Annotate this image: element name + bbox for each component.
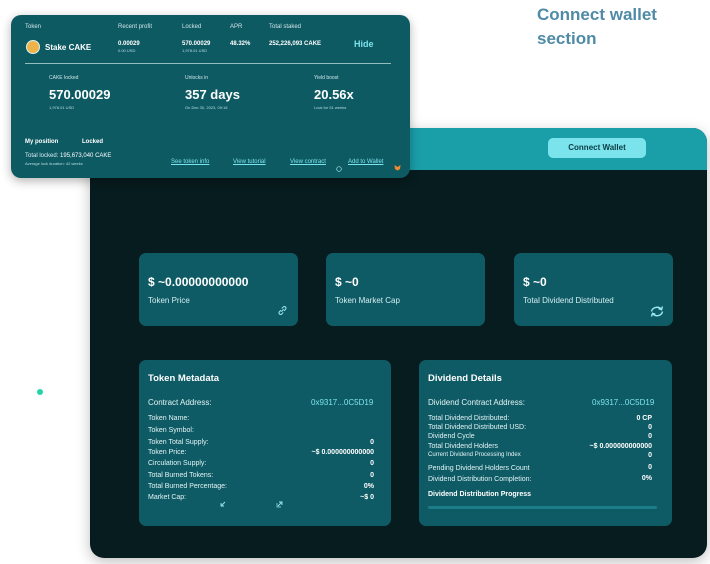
share-icon[interactable] xyxy=(276,495,284,513)
dividend-row-label: Dividend Cycle xyxy=(428,433,475,440)
token-metadata-title: Token Metadata xyxy=(148,373,220,384)
dividend-row-value: 0 xyxy=(648,464,652,471)
add-to-wallet-link[interactable]: Add to Wallet xyxy=(348,159,383,165)
dividend-row-value: 0 xyxy=(648,452,652,459)
total-locked: Total locked: 195,673,040 CAKE xyxy=(25,153,111,159)
dividend-distributed-label: Total Dividend Distributed xyxy=(523,296,614,305)
unlocks-in-label: Unlocks in xyxy=(185,75,209,81)
divider xyxy=(25,63,391,64)
dividend-row-label: Dividend Distribution Completion: xyxy=(428,476,532,483)
dividend-row-value: 0% xyxy=(641,475,652,482)
cake-locked-value: 570.00029 xyxy=(49,87,111,102)
yield-boost-value: 20.56x xyxy=(314,87,354,102)
cake-token-icon xyxy=(26,40,40,54)
metadata-row-value: 0 xyxy=(370,460,374,467)
yield-boost-sub: Lock for 51 weeks xyxy=(314,105,347,110)
token-price-label: Token Price xyxy=(148,296,190,305)
metadata-row-label: Token Symbol: xyxy=(148,427,194,434)
stat-card-dividend-distributed: $ ~0 Total Dividend Distributed xyxy=(514,253,673,326)
recent-profit-usd: 0.00 USD xyxy=(118,48,136,53)
token-price-value: $ ~0.00000000000 xyxy=(148,275,249,289)
metadata-row-label: Total Burned Percentage: xyxy=(148,483,227,490)
total-locked-label: Total locked: xyxy=(25,153,59,159)
apr-value: 48.32% xyxy=(230,41,251,47)
metadata-row-label: Total Burned Tokens: xyxy=(148,472,214,479)
dividend-contract-value[interactable]: 0x9317...0C5D19 xyxy=(592,398,654,407)
dividend-row-value: 0 xyxy=(648,424,652,431)
contract-address-value[interactable]: 0x9317...0C5D19 xyxy=(311,398,373,407)
view-contract-link[interactable]: View contract xyxy=(290,159,326,165)
dividend-details-card: Dividend Details Dividend Contract Addre… xyxy=(419,360,672,526)
unlocks-in-date: On Dec 30, 2023, 09:18 xyxy=(185,105,228,110)
dividend-distributed-value: $ ~0 xyxy=(523,275,547,289)
total-staked-value: 252,226,093 CAKE xyxy=(269,41,322,47)
market-cap-label: Token Market Cap xyxy=(335,296,400,305)
cake-locked-label: CAKE locked xyxy=(49,75,79,81)
dividend-row-label: Total Dividend Distributed USD: xyxy=(428,424,527,431)
external-link-icon[interactable] xyxy=(219,495,227,513)
link-icon[interactable] xyxy=(277,305,288,319)
stake-cake-panel: Token Recent profit Locked APR Total sta… xyxy=(11,15,410,178)
dividend-row-label: Pending Dividend Holders Count xyxy=(428,465,530,472)
metadata-row-value: 0% xyxy=(363,483,374,490)
dividend-progress-label: Dividend Distribution Progress xyxy=(428,491,532,498)
cake-locked-usd: 1,978.01 USD xyxy=(49,105,75,110)
recent-profit-value: 0.00029 xyxy=(118,41,140,47)
column-header-total-staked: Total staked xyxy=(269,24,302,30)
dividend-row-label: Total Dividend Holders xyxy=(428,443,499,450)
dividend-contract-label: Dividend Contract Address: xyxy=(428,398,525,407)
metadata-row-value: 0 xyxy=(370,439,374,446)
stat-card-market-cap: $ ~0 Token Market Cap xyxy=(326,253,485,326)
metadata-row-label: Token Name: xyxy=(148,415,190,422)
metadata-row-value: 0 xyxy=(370,472,374,479)
my-position-label: My position xyxy=(25,139,59,145)
locked-status-tag: Locked xyxy=(82,139,104,145)
stake-token-name: Stake CAKE xyxy=(45,43,92,52)
column-header-locked: Locked xyxy=(182,24,202,30)
metadata-row-label: Token Price: xyxy=(148,449,187,456)
dividend-progress-bar xyxy=(428,506,657,509)
hide-button[interactable]: Hide xyxy=(354,39,374,49)
dividend-row-value: 0 xyxy=(648,433,652,440)
column-header-profit: Recent profit xyxy=(118,24,153,30)
column-header-token: Token xyxy=(25,24,42,30)
metadata-row-label: Circulation Supply: xyxy=(148,460,207,467)
see-token-info-link[interactable]: See token info xyxy=(171,159,209,165)
unlocks-in-value: 357 days xyxy=(185,87,240,102)
column-header-apr: APR xyxy=(230,24,243,30)
metadata-row-value: ~$ 0 xyxy=(360,494,374,501)
total-locked-value: 195,673,040 CAKE xyxy=(60,153,112,159)
locked-usd: 1,978.01 USD xyxy=(182,48,208,53)
average-lock-duration: Average lock duration: 42 weeks xyxy=(25,161,83,166)
dividend-row-value: ~$ 0.000000000000 xyxy=(589,443,652,450)
dividend-row-value: 0 CP xyxy=(636,415,652,422)
metadata-row-label: Market Cap: xyxy=(148,494,187,501)
metadata-row-label: Token Total Supply: xyxy=(148,439,209,446)
yield-boost-label: Yield boost xyxy=(314,75,339,81)
refresh-icon[interactable] xyxy=(649,305,665,321)
copy-icon[interactable] xyxy=(336,159,342,177)
connect-wallet-button[interactable]: Connect Wallet xyxy=(548,138,646,158)
section-caption: Connect wallet section xyxy=(537,5,657,48)
view-tutorial-link[interactable]: View tutorial xyxy=(233,159,266,165)
token-metadata-card: Token Metadata Contract Address: 0x9317.… xyxy=(139,360,391,526)
locked-value: 570.00029 xyxy=(182,41,211,47)
market-cap-value: $ ~0 xyxy=(335,275,359,289)
contract-address-label: Contract Address: xyxy=(148,398,212,407)
decorative-dot xyxy=(37,389,43,395)
dividend-row-label: Current Dividend Processing Index xyxy=(428,452,521,458)
wallet-fox-icon xyxy=(394,158,401,176)
dashboard-panel: Connect Wallet $ ~0.00000000000 Token Pr… xyxy=(90,128,707,558)
metadata-row-value: ~$ 0.000000000000 xyxy=(311,449,374,456)
dividend-details-title: Dividend Details xyxy=(428,373,502,384)
stat-card-token-price: $ ~0.00000000000 Token Price xyxy=(139,253,298,326)
dividend-row-label: Total Dividend Distributed: xyxy=(428,415,510,422)
